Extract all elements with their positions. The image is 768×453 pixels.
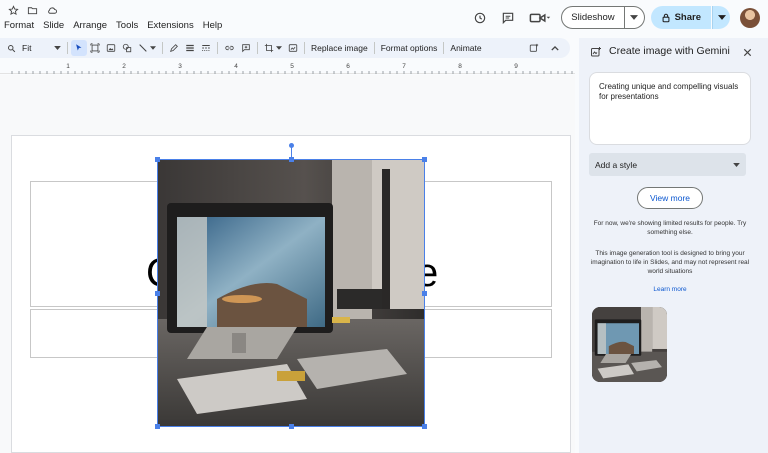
replace-image-button[interactable]: Replace image — [308, 40, 371, 56]
cloud-saved-icon[interactable] — [46, 5, 58, 16]
chevron-down-icon — [630, 15, 639, 20]
menu-format[interactable]: Format — [3, 19, 35, 32]
chevron-down-icon — [54, 46, 61, 50]
menu-arrange[interactable]: Arrange — [72, 19, 108, 32]
resize-handle[interactable] — [289, 424, 294, 429]
toolbar-divider — [443, 42, 445, 54]
select-frame-tool[interactable] — [87, 40, 103, 56]
menu-extensions[interactable]: Extensions — [146, 19, 194, 32]
share-dropdown[interactable] — [712, 6, 730, 29]
crop-tool[interactable] — [261, 40, 285, 56]
toolbar-divider — [217, 42, 218, 54]
header-actions: Slideshow Share — [469, 6, 760, 29]
learn-more-link[interactable]: Learn more — [589, 286, 751, 293]
share-button[interactable]: Share — [650, 6, 711, 29]
menu-tools[interactable]: Tools — [115, 19, 139, 32]
resize-handle[interactable] — [155, 157, 160, 162]
ruler: 1 2 3 4 5 6 7 8 9 — [0, 62, 575, 74]
animate-button[interactable]: Animate — [447, 40, 484, 56]
avatar[interactable] — [740, 7, 760, 28]
disclaimer-text: This image generation tool is designed t… — [590, 250, 750, 275]
slideshow-dropdown[interactable] — [624, 6, 645, 29]
style-select[interactable]: Add a style — [589, 153, 746, 176]
link-tool[interactable] — [221, 40, 238, 56]
insert-image-panel-button[interactable] — [526, 40, 542, 56]
ruler-ticks — [11, 71, 573, 74]
comment-tool[interactable] — [238, 40, 254, 56]
menu-slide[interactable]: Slide — [42, 19, 65, 32]
close-icon[interactable] — [742, 45, 753, 63]
toolbar-divider — [304, 42, 305, 54]
resize-handle[interactable] — [422, 291, 427, 296]
resize-handle[interactable] — [155, 424, 160, 429]
zoom-label: Fit — [22, 43, 32, 53]
resize-handle[interactable] — [422, 157, 427, 162]
rotate-handle[interactable] — [289, 143, 294, 148]
doc-status-icons — [8, 5, 58, 16]
menu-help[interactable]: Help — [202, 19, 224, 32]
select-frame-icon — [90, 43, 100, 53]
share-label: Share — [674, 12, 701, 23]
shapes-icon — [122, 43, 132, 53]
create-image-icon — [590, 45, 602, 63]
line-icon — [139, 44, 147, 52]
border-weight-icon — [186, 44, 194, 52]
link-icon — [225, 45, 234, 51]
crop-icon — [264, 43, 274, 53]
cursor-icon — [76, 44, 82, 51]
border-color-tool[interactable] — [166, 40, 182, 56]
collapse-toolbar-button[interactable] — [548, 40, 562, 56]
toolbar-divider — [162, 42, 163, 54]
shape-tool[interactable] — [119, 40, 135, 56]
limited-results-notice: For now, we're showing limited results f… — [593, 220, 747, 236]
chevron-down-icon — [276, 46, 282, 50]
prompt-input[interactable]: Creating unique and compelling visuals f… — [589, 72, 751, 145]
image-icon — [106, 44, 116, 52]
create-image-icon — [529, 43, 539, 52]
comments-icon[interactable] — [497, 7, 519, 29]
video-call-icon[interactable] — [525, 7, 555, 29]
zoom-icon — [8, 44, 16, 52]
border-dash-tool[interactable] — [198, 40, 214, 56]
border-weight-tool[interactable] — [182, 40, 198, 56]
style-select-label: Add a style — [595, 159, 638, 170]
toolbar-divider — [373, 42, 375, 54]
view-more-button[interactable]: View more — [637, 187, 703, 209]
chevron-down-icon — [733, 162, 740, 167]
selection-frame — [155, 157, 427, 429]
toolbar-divider — [67, 42, 68, 54]
add-comment-icon — [242, 44, 250, 53]
menu-bar: Format Slide Arrange Tools Extensions He… — [3, 19, 223, 32]
panel-title: Create image with Gemini — [609, 45, 730, 57]
slideshow-button[interactable]: Slideshow — [561, 6, 625, 29]
image-tool[interactable] — [103, 40, 119, 56]
folder-move-icon[interactable] — [27, 5, 38, 16]
star-icon[interactable] — [8, 5, 19, 16]
generated-image-thumbnail[interactable] — [592, 307, 667, 382]
lock-icon — [662, 13, 670, 22]
pencil-icon — [170, 44, 178, 52]
border-dash-icon — [202, 44, 210, 52]
chevron-down-icon — [717, 15, 726, 20]
resize-handle[interactable] — [422, 424, 427, 429]
format-options-button[interactable]: Format options — [378, 40, 441, 56]
zoom-control[interactable]: Fit — [4, 40, 64, 56]
history-icon[interactable] — [469, 7, 491, 29]
reset-image-icon — [288, 44, 298, 52]
toolbar: Fit Replace image Format options Animate — [0, 38, 570, 58]
resize-handle[interactable] — [155, 291, 160, 296]
select-tool[interactable] — [71, 40, 87, 56]
chevron-down-icon — [150, 46, 156, 50]
reset-image-tool[interactable] — [285, 40, 301, 56]
toolbar-divider — [257, 42, 258, 54]
line-tool[interactable] — [135, 40, 159, 56]
chevron-up-icon — [551, 45, 559, 51]
desk-computer-thumbnail — [592, 307, 667, 382]
